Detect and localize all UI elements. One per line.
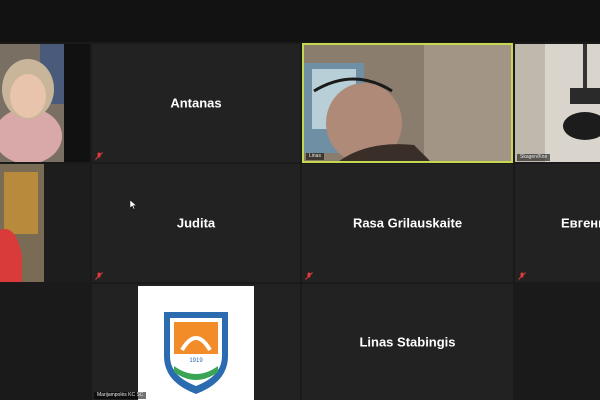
participant-video xyxy=(0,44,90,162)
mute-icon xyxy=(95,272,103,280)
participant-video xyxy=(515,44,600,162)
participant-tile-p2[interactable]: Antanas xyxy=(92,44,300,162)
participant-name: Евгени xyxy=(561,215,600,231)
participant-tile-p9[interactable]: 1919 Marijampolės KC SC xyxy=(92,284,300,400)
participant-tile-p7[interactable]: Rasa Grilauskaite xyxy=(302,164,513,282)
top-bar xyxy=(0,0,600,42)
school-logo: 1919 xyxy=(138,286,254,400)
participant-name: Rasa Grilauskaite xyxy=(352,215,463,231)
participant-name: Judita xyxy=(176,215,216,231)
participant-tile-p10[interactable]: Linas Stabingis xyxy=(302,284,513,400)
participant-tile-p8[interactable]: Евгени xyxy=(515,164,600,282)
participant-name: Skagen/Kne xyxy=(517,154,551,161)
participant-name: Linas xyxy=(306,153,324,160)
logo-emblem-icon: 1919 xyxy=(164,312,228,394)
participant-name: Antanas xyxy=(170,95,222,111)
participant-tile-p1[interactable] xyxy=(0,44,90,162)
mute-icon xyxy=(518,272,526,280)
mouse-cursor-icon xyxy=(130,200,138,210)
participant-tile-p3[interactable]: Linas xyxy=(302,43,513,163)
participant-tile-p6[interactable]: Judita xyxy=(92,164,300,282)
mute-icon xyxy=(305,272,313,280)
participant-tile-p4[interactable]: Skagen/Kne xyxy=(515,44,600,162)
svg-text:1919: 1919 xyxy=(189,358,203,364)
participant-tile-p5[interactable] xyxy=(0,164,90,282)
mute-icon xyxy=(95,152,103,160)
participant-name: Linas Stabingis xyxy=(359,334,456,350)
participant-video xyxy=(0,164,90,282)
participant-video xyxy=(304,45,511,161)
participant-name: Marijampolės KC SC xyxy=(94,392,147,399)
